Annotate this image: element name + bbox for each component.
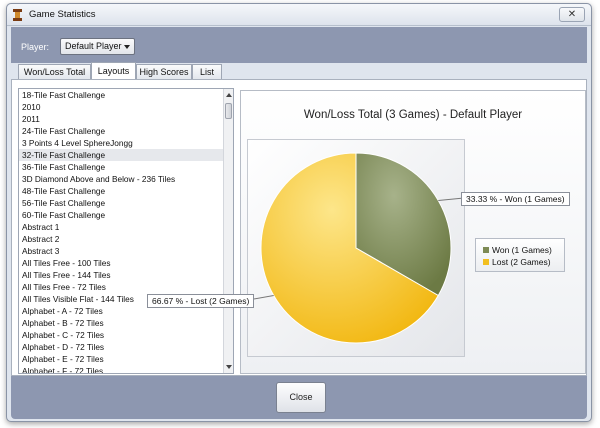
list-item[interactable]: All Tiles Free - 72 Tiles	[19, 281, 233, 293]
layouts-list[interactable]: 18-Tile Fast Challenge 2010 2011 24-Tile Fa…	[18, 88, 234, 374]
list-item[interactable]: 2010	[19, 101, 233, 113]
list-item[interactable]: Alphabet - D - 72 Tiles	[19, 341, 233, 353]
close-window-button[interactable]: ✕	[559, 7, 585, 22]
list-item[interactable]: 36-Tile Fast Challenge	[19, 161, 233, 173]
layouts-list-items: 18-Tile Fast Challenge 2010 2011 24-Tile Fa…	[19, 89, 233, 373]
window-title: Game Statistics	[29, 9, 96, 20]
mahjong-app-icon	[13, 9, 22, 21]
player-label: Player:	[21, 42, 50, 52]
pie-chart-svg	[247, 152, 465, 344]
list-item[interactable]: Alphabet - B - 72 Tiles	[19, 317, 233, 329]
game-statistics-window: Game Statistics ✕ Player: Default Player…	[6, 3, 592, 422]
player-bar: Player: Default Player	[11, 27, 587, 63]
tab-list[interactable]: List	[192, 64, 222, 79]
player-select-value: Default Player	[65, 41, 122, 51]
legend-item-lost: Lost (2 Games)	[483, 256, 564, 268]
list-item[interactable]: 32-Tile Fast Challenge	[19, 149, 233, 161]
list-item[interactable]: 24-Tile Fast Challenge	[19, 125, 233, 137]
footer-bar: Close	[11, 376, 587, 419]
won-loss-chart: Won/Loss Total (3 Games) - Default Playe…	[147, 90, 586, 374]
close-button[interactable]: Close	[276, 382, 326, 413]
chart-legend: Won (1 Games) Lost (2 Games)	[475, 238, 565, 272]
tab-strip: Won/Loss Total Layouts High Scores List	[11, 62, 587, 79]
list-item[interactable]: 48-Tile Fast Challenge	[19, 185, 233, 197]
chart-plot-area	[247, 139, 465, 357]
legend-label-lost: Lost (2 Games)	[492, 257, 551, 267]
legend-swatch-won	[483, 247, 489, 253]
chart-title: Won/Loss Total (3 Games) - Default Playe…	[303, 109, 523, 121]
list-item[interactable]: Abstract 3	[19, 245, 233, 257]
layouts-tab-content: 18-Tile Fast Challenge 2010 2011 24-Tile Fa…	[11, 79, 587, 376]
data-label-lost: 66.67 % - Lost (2 Games)	[147, 294, 255, 308]
list-item[interactable]: Alphabet - F - 72 Tiles	[19, 365, 233, 373]
tab-layouts[interactable]: Layouts	[91, 62, 136, 79]
tab-high-scores[interactable]: High Scores	[136, 64, 192, 79]
list-item[interactable]: Abstract 1	[19, 221, 233, 233]
list-item[interactable]: 18-Tile Fast Challenge	[19, 89, 233, 101]
player-select[interactable]: Default Player	[60, 38, 135, 55]
legend-item-won: Won (1 Games)	[483, 244, 564, 256]
legend-label-won: Won (1 Games)	[492, 245, 552, 255]
list-item[interactable]: Alphabet - C - 72 Tiles	[19, 329, 233, 341]
list-item[interactable]: Alphabet - E - 72 Tiles	[19, 353, 233, 365]
legend-swatch-lost	[483, 259, 489, 265]
scroll-thumb[interactable]	[225, 103, 232, 119]
chevron-down-icon	[124, 45, 130, 49]
close-icon: ✕	[567, 9, 577, 20]
list-item[interactable]: All Tiles Free - 144 Tiles	[19, 269, 233, 281]
list-scrollbar[interactable]	[223, 89, 233, 373]
list-item[interactable]: Abstract 2	[19, 233, 233, 245]
list-item[interactable]: 2011	[19, 113, 233, 125]
title-bar: Game Statistics ✕	[7, 4, 591, 26]
list-item[interactable]: 3 Points 4 Level SphereJongg	[19, 137, 233, 149]
scroll-up-icon[interactable]	[226, 93, 232, 97]
list-item[interactable]: 56-Tile Fast Challenge	[19, 197, 233, 209]
scroll-down-icon[interactable]	[226, 365, 232, 369]
list-item[interactable]: 3D Diamond Above and Below - 236 Tiles	[19, 173, 233, 185]
data-label-won: 33.33 % - Won (1 Games)	[461, 192, 570, 206]
list-item[interactable]: All Tiles Free - 100 Tiles	[19, 257, 233, 269]
tab-won-loss-total[interactable]: Won/Loss Total	[18, 64, 91, 79]
list-item[interactable]: 60-Tile Fast Challenge	[19, 209, 233, 221]
